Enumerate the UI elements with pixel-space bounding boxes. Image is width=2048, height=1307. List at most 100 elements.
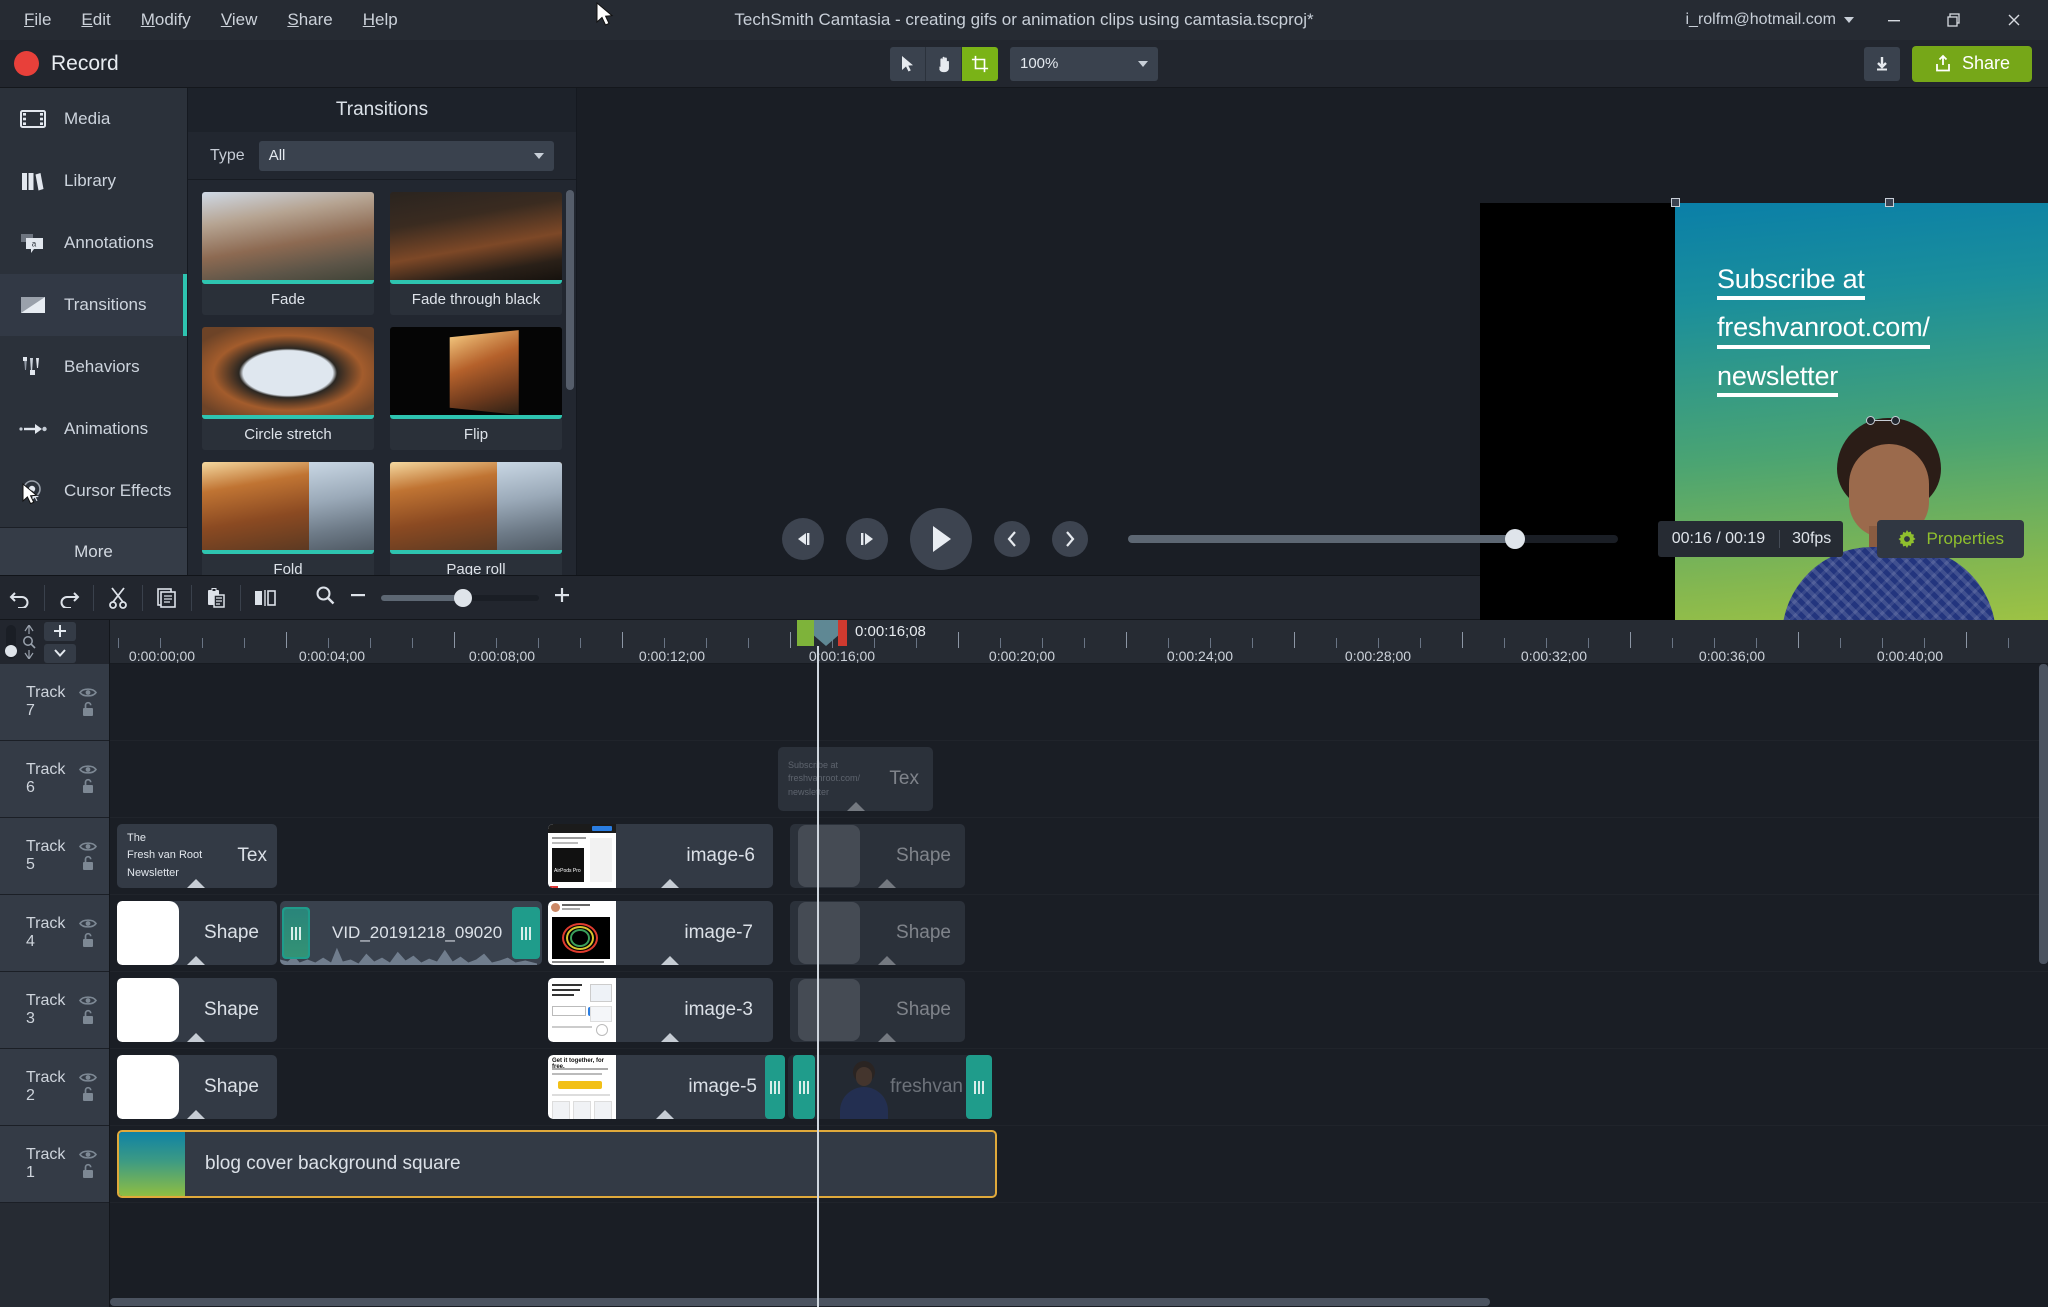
next-button[interactable]: [1051, 521, 1088, 557]
properties-button[interactable]: Properties: [1876, 520, 2024, 558]
step-forward-button[interactable]: [845, 518, 888, 560]
pointer-tool-button[interactable]: [890, 46, 926, 81]
hand-tool-button[interactable]: [926, 46, 962, 81]
canvas-text-block[interactable]: Subscribe at freshvanroot.com/ newslette…: [1717, 265, 2027, 410]
download-button[interactable]: [1863, 46, 1900, 81]
sidebar-item-transitions[interactable]: Transitions: [0, 274, 187, 336]
menu-help[interactable]: Help: [349, 4, 412, 36]
timeline-clip[interactable]: image-3: [548, 978, 773, 1042]
sidebar-more-button[interactable]: More: [0, 527, 187, 575]
track-row-6[interactable]: Subscribe at freshvanroot.com/ newslette…: [110, 741, 2048, 818]
transition-marker[interactable]: [512, 907, 540, 959]
transition-marker[interactable]: [765, 1055, 785, 1119]
timeline-vertical-scrollbar[interactable]: [2039, 664, 2048, 964]
play-button[interactable]: [909, 508, 972, 570]
sidebar-item-media[interactable]: Media: [0, 88, 187, 150]
track-header-3[interactable]: Track 3: [0, 972, 109, 1049]
selection-handle[interactable]: [1671, 198, 1680, 207]
time-display: 00:16 / 00:19 30fps: [1657, 521, 1844, 557]
menu-view[interactable]: View: [207, 4, 272, 36]
playback-scrubber[interactable]: [1127, 529, 1618, 549]
transition-marker[interactable]: [793, 1055, 815, 1119]
menu-modify[interactable]: Modify: [127, 4, 205, 36]
menu-share[interactable]: Share: [273, 4, 346, 36]
timeline-horizontal-scrollbar[interactable]: [110, 1297, 2048, 1307]
timeline-clip[interactable]: Shape: [117, 1055, 277, 1119]
transition-card[interactable]: Flip: [390, 327, 562, 450]
playhead-handle[interactable]: [797, 620, 847, 646]
track-header-4[interactable]: Track 4: [0, 895, 109, 972]
track-menu-button[interactable]: [44, 643, 76, 663]
transition-marker[interactable]: [282, 907, 310, 959]
canvas-area[interactable]: Subscribe at freshvanroot.com/ newslette…: [577, 88, 2048, 644]
zoom-in-icon[interactable]: [553, 586, 571, 609]
record-button[interactable]: Record: [0, 51, 119, 76]
transition-card[interactable]: Fade through black: [390, 192, 562, 315]
transition-card[interactable]: Circle stretch: [202, 327, 374, 450]
track-row-5[interactable]: The Fresh van Root Newsletter Tex AirPod…: [110, 818, 2048, 895]
timeline-clip-selected[interactable]: blog cover background square: [117, 1130, 997, 1198]
magnifier-icon[interactable]: [315, 585, 335, 610]
track-name: Track 5: [26, 838, 66, 873]
track-header-6[interactable]: Track 6: [0, 741, 109, 818]
timeline-canvas[interactable]: 0:00:00;00 0:00:04;00 0:00:08;00 0:00:12…: [110, 620, 2048, 1307]
track-row-2[interactable]: Shape Get it together, for free. image-5…: [110, 1049, 2048, 1126]
timeline-clip[interactable]: Subscribe at freshvanroot.com/ newslette…: [778, 747, 933, 811]
timeline-clip[interactable]: Shape: [117, 901, 277, 965]
split-button[interactable]: [245, 576, 285, 620]
track-row-7[interactable]: [110, 664, 2048, 741]
timeline-clip[interactable]: Get it together, for free. image-5: [548, 1055, 773, 1119]
copy-button[interactable]: [147, 576, 187, 620]
track-row-3[interactable]: Shape image-3 Shape: [110, 972, 2048, 1049]
track-height-slider[interactable]: [5, 625, 17, 659]
sidebar-item-annotations[interactable]: a Annotations: [0, 212, 187, 274]
redo-button[interactable]: [49, 576, 89, 620]
account-menu[interactable]: i_rolfm@hotmail.com: [1676, 5, 1865, 35]
timeline-clip[interactable]: image-7: [548, 901, 773, 965]
crop-tool-button[interactable]: [962, 46, 998, 81]
transition-card[interactable]: Fade: [202, 192, 374, 315]
type-filter-select[interactable]: All: [258, 140, 554, 171]
zoom-out-icon[interactable]: [349, 586, 367, 609]
scrubber-knob[interactable]: [1504, 529, 1525, 549]
step-back-button[interactable]: [781, 518, 824, 560]
menu-edit[interactable]: Edit: [67, 4, 124, 36]
close-button[interactable]: [1984, 0, 2044, 40]
undo-button[interactable]: [0, 576, 40, 620]
timeline-zoom-slider[interactable]: [381, 588, 539, 607]
transition-card[interactable]: Fold: [202, 462, 374, 575]
timeline-clip[interactable]: The Fresh van Root Newsletter Tex: [117, 824, 277, 888]
clip-label: Shape: [896, 845, 951, 866]
minimize-button[interactable]: [1864, 0, 1924, 40]
transition-marker[interactable]: [966, 1055, 992, 1119]
track-header-5[interactable]: Track 5: [0, 818, 109, 895]
zoom-slider-knob[interactable]: [454, 588, 473, 607]
track-header-2[interactable]: Track 2: [0, 1049, 109, 1126]
transition-card[interactable]: Page roll: [390, 462, 562, 575]
sidebar-item-label: Media: [64, 109, 111, 128]
paste-button[interactable]: [196, 576, 236, 620]
add-track-button[interactable]: [44, 621, 76, 641]
sidebar-item-behaviors[interactable]: Behaviors: [0, 336, 187, 398]
restore-button[interactable]: [1924, 0, 1984, 40]
share-button[interactable]: Share: [1911, 45, 2032, 82]
canvas-zoom-select[interactable]: 100%: [1010, 46, 1158, 81]
cut-button[interactable]: [98, 576, 138, 620]
track-header-7[interactable]: Track 7: [0, 664, 109, 741]
sidebar-item-animations[interactable]: Animations: [0, 398, 187, 460]
selection-handle[interactable]: [1885, 198, 1894, 207]
timeline-clip[interactable]: Shape: [117, 978, 277, 1042]
menu-file[interactable]: FFileile: [10, 4, 65, 36]
timeline-clip[interactable]: VID_20191218_09020: [280, 901, 542, 965]
panel-scrollbar[interactable]: [566, 190, 574, 390]
previous-button[interactable]: [993, 521, 1030, 557]
timeline-clip[interactable]: AirPods Pro image-6: [548, 824, 773, 888]
timeline-ruler[interactable]: 0:00:00;00 0:00:04;00 0:00:08;00 0:00:12…: [110, 620, 2048, 664]
sidebar-item-cursor-effects[interactable]: Cursor Effects: [0, 460, 187, 522]
sidebar-item-label: Animations: [64, 419, 149, 438]
track-row-1[interactable]: blog cover background square: [110, 1126, 2048, 1203]
track-row-4[interactable]: Shape VID_20191218_09020 image-7 Shape: [110, 895, 2048, 972]
track-header-1[interactable]: Track 1: [0, 1126, 109, 1203]
rotate-handle[interactable]: [1866, 416, 1900, 425]
sidebar-item-library[interactable]: Library: [0, 150, 187, 212]
